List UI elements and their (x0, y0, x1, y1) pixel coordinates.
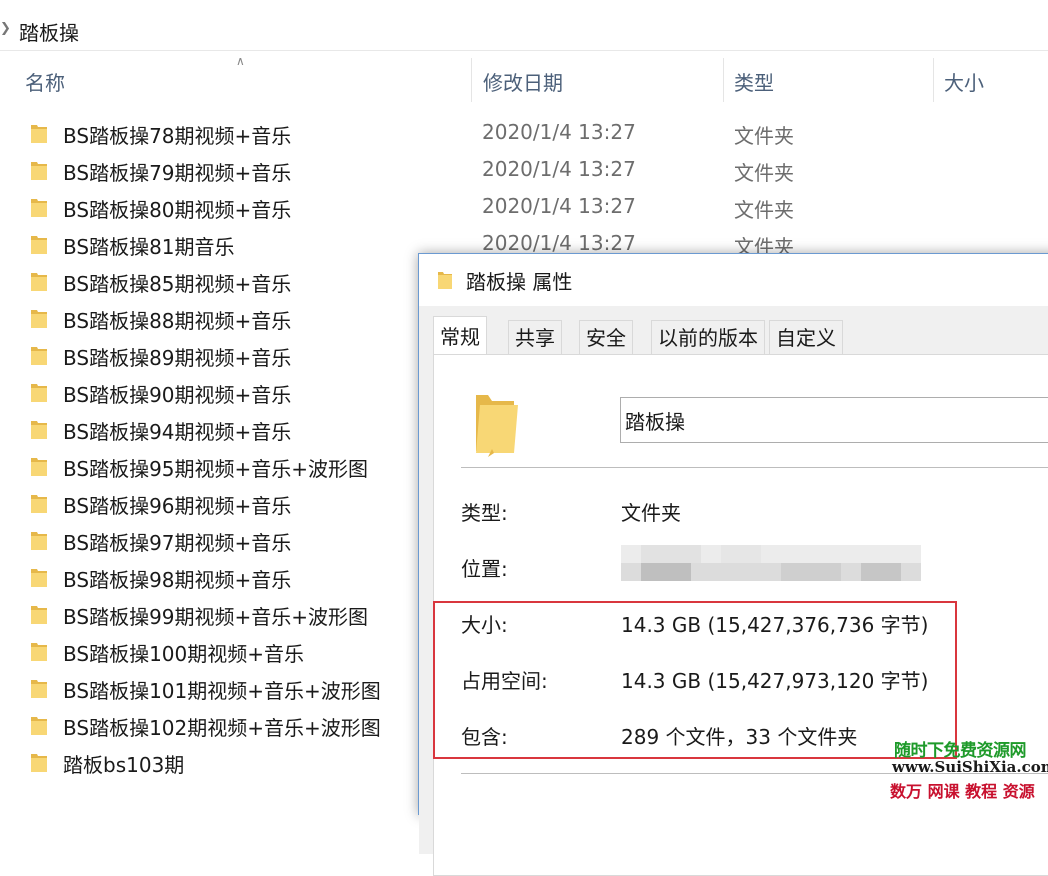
folder-icon (31, 569, 47, 587)
highlight-annotation-box (433, 601, 957, 759)
file-modified: 2020/1/4 13:27 (482, 231, 636, 255)
column-type[interactable]: 类型 (734, 67, 774, 96)
file-name[interactable]: BS踏板操78期视频+音乐 (63, 120, 291, 149)
folder-icon (31, 458, 47, 476)
folder-icon (31, 347, 47, 365)
tab-sharing[interactable]: 共享 (508, 320, 562, 354)
tab-general[interactable]: 常规 (433, 316, 487, 356)
file-name[interactable]: BS踏板操97期视频+音乐 (63, 527, 291, 556)
folder-icon (31, 717, 47, 735)
file-name[interactable]: BS踏板操90期视频+音乐 (63, 379, 291, 408)
column-modified[interactable]: 修改日期 (483, 67, 563, 96)
file-name[interactable]: BS踏板操81期音乐 (63, 231, 235, 260)
column-name[interactable]: 名称 (25, 67, 65, 96)
sort-up-icon: ∧ (236, 54, 245, 68)
dialog-title: 踏板操 属性 (466, 270, 573, 294)
folder-icon (31, 606, 47, 624)
file-name[interactable]: BS踏板操96期视频+音乐 (63, 490, 291, 519)
column-divider[interactable] (933, 58, 934, 102)
chevron-right-icon[interactable]: ❯ (0, 21, 11, 36)
folder-icon (31, 384, 47, 402)
folder-icon (31, 495, 47, 513)
breadcrumb: ❯ 踏板操 (0, 8, 1048, 51)
file-modified: 2020/1/4 13:27 (482, 194, 636, 218)
column-header: ∧ 名称 修改日期 类型 大小 (0, 52, 1048, 102)
file-name[interactable]: BS踏板操80期视频+音乐 (63, 194, 291, 223)
file-modified: 2020/1/4 13:27 (482, 120, 636, 144)
file-row[interactable]: BS踏板操78期视频+音乐 2020/1/4 13:27 文件夹 (0, 115, 1048, 152)
file-name[interactable]: BS踏板操88期视频+音乐 (63, 305, 291, 334)
file-row[interactable]: BS踏板操80期视频+音乐 2020/1/4 13:27 文件夹 (0, 189, 1048, 226)
column-divider[interactable] (723, 58, 724, 102)
watermark-url: www.SuiShiXia.com (892, 758, 1048, 776)
folder-icon (31, 273, 47, 291)
file-row[interactable]: BS踏板操79期视频+音乐 2020/1/4 13:27 文件夹 (0, 152, 1048, 189)
location-value-redacted (621, 545, 921, 581)
file-name[interactable]: BS踏板操99期视频+音乐+波形图 (63, 601, 368, 630)
location-label: 位置: (461, 557, 508, 581)
file-type: 文件夹 (734, 161, 794, 185)
watermark: 随时下免费资源网 www.SuiShiXia.com 数万 网课 教程 资源 (890, 736, 1048, 801)
file-name[interactable]: BS踏板操98期视频+音乐 (63, 564, 291, 593)
large-folder-icon (476, 395, 518, 457)
folder-icon (31, 754, 47, 772)
folder-icon (31, 532, 47, 550)
file-name[interactable]: BS踏板操89期视频+音乐 (63, 342, 291, 371)
folder-icon (31, 421, 47, 439)
watermark-slogan: 数万 网课 教程 资源 (890, 782, 1035, 801)
column-divider[interactable] (471, 58, 472, 102)
folder-icon (31, 310, 47, 328)
breadcrumb-current[interactable]: 踏板操 (19, 17, 79, 46)
type-label: 类型: (461, 501, 508, 525)
folder-icon (31, 125, 47, 143)
folder-icon (31, 199, 47, 217)
folder-name-input[interactable] (620, 397, 1048, 443)
tab-customize[interactable]: 自定义 (769, 320, 843, 354)
file-type: 文件夹 (734, 124, 794, 148)
file-name[interactable]: BS踏板操94期视频+音乐 (63, 416, 291, 445)
file-type: 文件夹 (734, 198, 794, 222)
divider (461, 467, 1048, 468)
column-size[interactable]: 大小 (944, 67, 984, 96)
folder-icon (31, 236, 47, 254)
folder-icon (31, 643, 47, 661)
dialog-title-bar[interactable]: 踏板操 属性 (419, 254, 1048, 306)
folder-icon (438, 272, 452, 289)
file-modified: 2020/1/4 13:27 (482, 157, 636, 181)
folder-icon (31, 162, 47, 180)
tab-security[interactable]: 安全 (579, 320, 633, 354)
file-name[interactable]: BS踏板操102期视频+音乐+波形图 (63, 712, 381, 741)
folder-icon (31, 680, 47, 698)
file-name[interactable]: 踏板bs103期 (63, 749, 184, 778)
file-name[interactable]: BS踏板操79期视频+音乐 (63, 157, 291, 186)
file-name[interactable]: BS踏板操101期视频+音乐+波形图 (63, 675, 381, 704)
type-value: 文件夹 (621, 501, 681, 525)
file-name[interactable]: BS踏板操95期视频+音乐+波形图 (63, 453, 368, 482)
file-name[interactable]: BS踏板操100期视频+音乐 (63, 638, 304, 667)
tab-previous-versions[interactable]: 以前的版本 (651, 320, 765, 354)
file-name[interactable]: BS踏板操85期视频+音乐 (63, 268, 291, 297)
